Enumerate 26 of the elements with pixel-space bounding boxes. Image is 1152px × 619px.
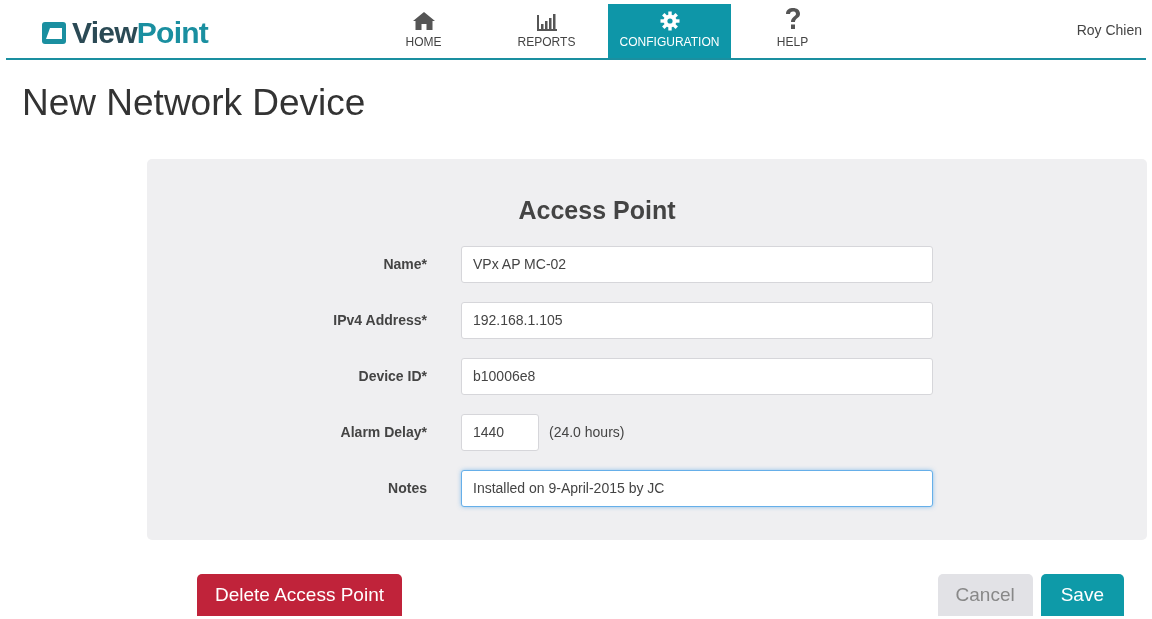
field-hint: (24.0 hours): [549, 422, 625, 442]
field-label: Device ID*: [357, 366, 428, 386]
input-field[interactable]: Installed on 9-April-2015 by JC: [461, 469, 933, 507]
form-heading: Access Point: [517, 195, 677, 226]
nav-tab[interactable]: HELP: [731, 4, 854, 58]
field-label: Notes: [387, 478, 428, 498]
input-field[interactable]: 192.168.1.105: [461, 301, 933, 339]
settings-icon: [659, 11, 680, 31]
input-field[interactable]: b10006e8: [461, 357, 933, 395]
nav-tab[interactable]: HOME: [362, 4, 485, 58]
logo-icon: [42, 22, 66, 44]
home-icon: [411, 11, 436, 31]
bar-chart-icon: [535, 13, 558, 31]
logo-wordmark: ViewPoint: [72, 18, 209, 48]
user-name[interactable]: Roy Chien: [1076, 20, 1142, 41]
field-label: IPv4 Address*: [332, 310, 428, 330]
logo[interactable]: ViewPoint: [42, 18, 342, 48]
field-label: Alarm Delay*: [339, 422, 428, 442]
nav-tab[interactable]: REPORTS: [485, 4, 608, 58]
page-title: New Network Device: [22, 84, 367, 121]
delete-button[interactable]: Delete Access Point: [197, 574, 402, 616]
input-field[interactable]: 1440: [461, 413, 539, 451]
input-field[interactable]: VPx AP MC-02: [461, 245, 933, 283]
nav-tab[interactable]: CONFIGURATION: [608, 4, 731, 58]
field-label: Name*: [382, 254, 428, 274]
question-mark-icon: [783, 7, 802, 31]
